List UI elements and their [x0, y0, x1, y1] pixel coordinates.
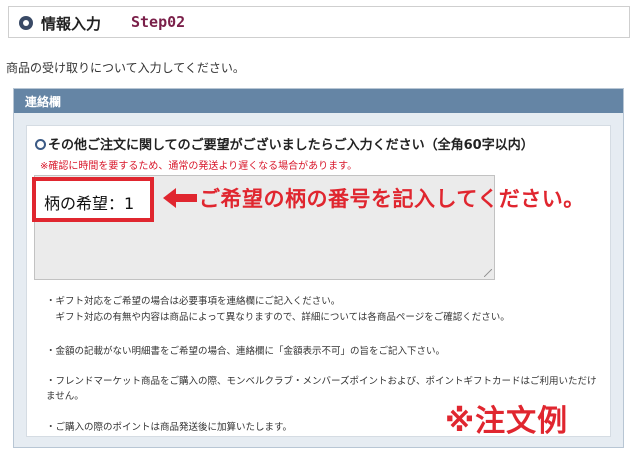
note-item: ギフト対応の有無や内容は商品によって異なりますので、詳細については各商品ページを… — [46, 312, 510, 323]
annotation-callout: ご希望の柄の番号を記入してください。 — [199, 187, 585, 211]
textarea-value: 柄の希望：1 — [44, 194, 135, 213]
resize-handle-icon[interactable] — [484, 269, 492, 277]
note-item: ・ギフト対応をご希望の場合は必要事項を連絡欄にご記入ください。 — [46, 296, 341, 307]
step-header: 情報入力 Step02 — [8, 6, 630, 38]
step-label: Step02 — [131, 13, 186, 31]
radio-bullet-icon — [35, 139, 46, 150]
order-example-stamp: ※注文例 — [445, 404, 569, 439]
intro-text: 商品の受け取りについて入力してください。 — [6, 61, 245, 75]
example-input-highlight: 柄の希望：1 — [32, 177, 154, 222]
bullet-circle-icon — [19, 16, 33, 30]
panel-title: 連絡欄 — [25, 95, 62, 109]
left-arrow-icon — [163, 188, 197, 208]
page-title: 情報入力 — [41, 15, 102, 33]
warning-note: ※確認に時間を要するため、通常の発送より遅くなる場合があります。 — [40, 161, 358, 172]
question-label: その他ご注文に関してのご要望がございましたらご入力ください（全角60字以内） — [48, 138, 534, 153]
note-item: ・金額の記載がない明細書をご希望の場合、連絡欄に「金額表示不可」の旨をご記入下さ… — [46, 346, 446, 357]
panel-header: 連絡欄 — [14, 89, 623, 113]
